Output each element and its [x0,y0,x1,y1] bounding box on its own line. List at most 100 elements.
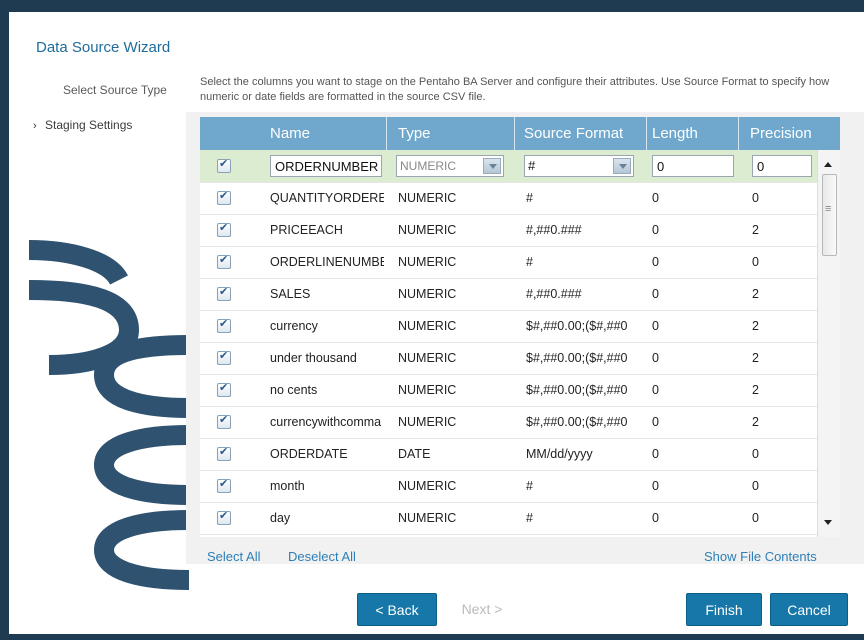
cell-length[interactable]: 0 [652,438,732,470]
cell-name[interactable]: currencywithcomma [270,406,384,438]
cell-source-format[interactable]: $#,##0.00;($#,##0 [526,342,644,374]
table-row[interactable]: ORDERLINENUMBER NUMERIC #00 [200,246,817,279]
cell-name[interactable]: day [270,502,384,534]
table-row[interactable]: month NUMERIC #00 [200,470,817,503]
table-row-selected[interactable]: ORDERNUMBER NUMERIC # 0 0 [200,150,817,183]
cell-source-format[interactable]: $#,##0.00;($#,##0 [526,406,644,438]
cell-source-format[interactable]: #,##0.### [526,214,644,246]
row-checkbox[interactable] [217,285,231,301]
finish-button[interactable]: Finish [686,593,762,626]
cell-type[interactable]: NUMERIC [398,342,512,374]
header-name[interactable]: Name [270,117,310,150]
cell-precision[interactable]: 0 [752,470,812,502]
table-row[interactable]: under thousand NUMERIC $#,##0.00;($#,##002 [200,342,817,375]
select-all-link[interactable]: Select All [207,549,260,564]
row-checkbox[interactable] [217,253,231,269]
cell-type[interactable]: NUMERIC [398,246,512,278]
cell-length[interactable]: 0 [652,342,732,374]
row-checkbox[interactable] [217,221,231,237]
back-button[interactable]: < Back [357,593,437,626]
cell-source-format[interactable]: # [526,182,644,214]
row-checkbox[interactable] [217,317,231,333]
row-checkbox[interactable] [217,509,231,525]
cell-length[interactable]: 0 [652,278,732,310]
cell-name[interactable]: under thousand [270,342,384,374]
table-row[interactable]: currencywithcomma NUMERIC $#,##0.00;($#,##… [200,406,817,439]
scrollbar-thumb[interactable] [822,174,837,256]
cell-precision[interactable]: 2 [752,310,812,342]
cell-precision[interactable]: 2 [752,374,812,406]
cell-precision[interactable]: 0 [752,502,812,534]
cell-source-format[interactable]: # [526,502,644,534]
deselect-all-link[interactable]: Deselect All [288,549,356,564]
cell-type[interactable]: NUMERIC [398,310,512,342]
next-button[interactable]: Next > [447,593,517,626]
cell-source-format[interactable]: $#,##0.00;($#,##0 [526,374,644,406]
precision-input[interactable]: 0 [752,155,812,177]
cell-source-format[interactable]: # [526,470,644,502]
cell-type[interactable]: NUMERIC [398,502,512,534]
cell-precision[interactable]: 2 [752,214,812,246]
chevron-down-icon[interactable] [483,158,501,174]
cell-type[interactable]: NUMERIC [398,182,512,214]
step-staging-settings[interactable]: › Staging Settings [33,118,132,132]
header-type[interactable]: Type [398,117,431,150]
cell-name[interactable]: SALES [270,278,384,310]
cell-name[interactable]: currency [270,310,384,342]
length-input[interactable]: 0 [652,155,734,177]
row-checkbox[interactable] [217,445,231,461]
chevron-down-icon[interactable] [613,158,631,174]
cell-source-format[interactable]: # [526,246,644,278]
cell-length[interactable]: 0 [652,182,732,214]
cell-type[interactable]: NUMERIC [398,470,512,502]
cell-precision[interactable]: 0 [752,182,812,214]
cell-length[interactable]: 0 [652,406,732,438]
table-row[interactable]: day NUMERIC #00 [200,502,817,535]
cell-type[interactable]: NUMERIC [398,406,512,438]
show-file-contents-link[interactable]: Show File Contents [704,549,817,564]
type-select[interactable]: NUMERIC [396,155,504,177]
row-checkbox[interactable] [217,189,231,205]
step-select-source-type[interactable]: Select Source Type [63,83,167,97]
table-row[interactable]: currency NUMERIC $#,##0.00;($#,##002 [200,310,817,343]
cell-type[interactable]: NUMERIC [398,374,512,406]
cell-length[interactable]: 0 [652,470,732,502]
table-row[interactable]: PRICEEACH NUMERIC #,##0.###02 [200,214,817,247]
cell-name[interactable]: QUANTITYORDERED [270,182,384,214]
scroll-up-icon[interactable] [824,162,832,167]
cell-length[interactable]: 0 [652,374,732,406]
table-row[interactable]: QUANTITYORDERED NUMERIC #00 [200,182,817,215]
cell-length[interactable]: 0 [652,310,732,342]
row-checkbox[interactable] [217,413,231,429]
cell-length[interactable]: 0 [652,214,732,246]
header-precision[interactable]: Precision [750,117,812,150]
table-row[interactable]: SALES NUMERIC #,##0.###02 [200,278,817,311]
table-row[interactable]: ORDERDATEDATEMM/dd/yyyy00 [200,438,817,471]
cell-precision[interactable]: 2 [752,342,812,374]
cell-length[interactable]: 0 [652,502,732,534]
cell-type[interactable]: NUMERIC [398,278,512,310]
name-input[interactable]: ORDERNUMBER [270,155,382,177]
cell-precision[interactable]: 0 [752,438,812,470]
table-row[interactable]: no cents NUMERIC $#,##0.00;($#,##002 [200,374,817,407]
grid-scrollbar[interactable] [817,150,840,537]
cell-precision[interactable]: 2 [752,406,812,438]
cell-type[interactable]: DATE [398,438,512,470]
cancel-button[interactable]: Cancel [770,593,848,626]
cell-source-format[interactable]: MM/dd/yyyy [526,438,644,470]
cell-name[interactable]: no cents [270,374,384,406]
source-format-select[interactable]: # [524,155,634,177]
cell-length[interactable]: 0 [652,246,732,278]
row-checkbox[interactable] [217,381,231,397]
row-checkbox[interactable] [217,477,231,493]
cell-precision[interactable]: 0 [752,246,812,278]
row-checkbox[interactable] [217,157,231,173]
cell-type[interactable]: NUMERIC [398,214,512,246]
cell-precision[interactable]: 2 [752,278,812,310]
header-length[interactable]: Length [652,117,698,150]
cell-name[interactable]: ORDERDATE [270,438,384,470]
cell-name[interactable]: ORDERLINENUMBER [270,246,384,278]
scroll-down-icon[interactable] [824,520,832,525]
cell-source-format[interactable]: #,##0.### [526,278,644,310]
cell-source-format[interactable]: $#,##0.00;($#,##0 [526,310,644,342]
